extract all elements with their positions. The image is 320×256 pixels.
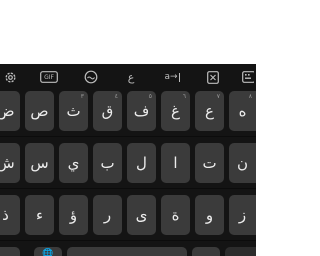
key-waw-hamza[interactable]: ؤ (59, 195, 88, 235)
key-label: ا (173, 153, 178, 172)
key-thal[interactable]: ذ (0, 195, 20, 235)
key-label: ب (100, 153, 115, 172)
key-zain[interactable]: ز (229, 195, 256, 235)
arabic-keyboard: GIF ع a→ ض ص ٣ ث ٤ ق ٥ ف ٦ غ ٧ ع ٨ ه ش س… (0, 64, 256, 256)
key-hint: ٤ (114, 93, 118, 100)
key-label: ه (238, 101, 247, 120)
keyboard-icon[interactable] (240, 67, 256, 87)
sticker-icon[interactable] (81, 67, 101, 87)
key-teh-marbuta[interactable]: ة (161, 195, 190, 235)
keyboard-toolbar: GIF ع a→ (0, 64, 256, 90)
app-content-area (0, 0, 256, 64)
translate-label: a→ (164, 72, 178, 82)
key-label: ق (101, 101, 114, 120)
row-divider (0, 188, 256, 189)
key-label: ث (66, 101, 81, 120)
transliterate-button[interactable]: ع (121, 67, 141, 87)
key-ain[interactable]: ٧ ع (195, 91, 224, 131)
key-hint: ٦ (182, 93, 186, 100)
key-qaf[interactable]: ٤ ق (93, 91, 122, 131)
transliterate-label: ع (127, 70, 135, 84)
enter-key[interactable] (225, 247, 256, 256)
globe-icon: 🌐 (42, 249, 54, 256)
key-sheen[interactable]: ش (0, 143, 20, 183)
key-label: س (30, 153, 49, 172)
key-label: ز (238, 205, 247, 224)
key-alef-maksura[interactable]: ى (127, 195, 156, 235)
key-label: ر (103, 205, 112, 224)
key-label: ش (0, 153, 15, 172)
key-label: ي (67, 153, 80, 172)
key-label: ء (35, 205, 44, 224)
key-theh[interactable]: ٣ ث (59, 91, 88, 131)
key-label: ت (202, 153, 217, 172)
key-hint: ٥ (148, 93, 152, 100)
key-label: ل (136, 153, 147, 172)
clipboard-icon[interactable] (203, 67, 223, 87)
cursor-bar (178, 72, 180, 82)
emoji-key[interactable]: 🌐 (34, 247, 62, 256)
key-label: ة (171, 205, 180, 224)
space-key[interactable] (67, 247, 187, 256)
key-teh[interactable]: ت (195, 143, 224, 183)
row-divider (0, 136, 256, 137)
key-label: ؤ (69, 205, 78, 224)
key-feh[interactable]: ٥ ف (127, 91, 156, 131)
key-hint: ٧ (216, 93, 220, 100)
key-label: ذ (2, 205, 9, 224)
key-alef[interactable]: ا (161, 143, 190, 183)
key-label: ض (0, 101, 15, 120)
key-waw[interactable]: و (195, 195, 224, 235)
settings-icon[interactable] (0, 67, 20, 87)
key-heh[interactable]: ٨ ه (229, 91, 256, 131)
key-beh[interactable]: ب (93, 143, 122, 183)
key-lam[interactable]: ل (127, 143, 156, 183)
key-hint: ٣ (80, 93, 84, 100)
key-hint: ٨ (248, 93, 252, 100)
key-label: ف (133, 101, 150, 120)
gif-button[interactable]: GIF (38, 67, 60, 87)
period-key[interactable] (192, 247, 220, 256)
gif-label: GIF (44, 73, 54, 81)
key-seen[interactable]: س (25, 143, 54, 183)
key-reh[interactable]: ر (93, 195, 122, 235)
key-dad[interactable]: ض (0, 91, 20, 131)
translate-button[interactable]: a→ (160, 67, 184, 87)
row-divider (0, 240, 256, 241)
key-hamza[interactable]: ء (25, 195, 54, 235)
key-label: ص (30, 101, 49, 120)
key-sad[interactable]: ص (25, 91, 54, 131)
key-label: غ (171, 101, 180, 120)
key-label: ن (236, 153, 248, 172)
key-yeh[interactable]: ي (59, 143, 88, 183)
key-bottom-left[interactable] (0, 247, 20, 256)
key-label: ى (135, 205, 148, 224)
key-ghain[interactable]: ٦ غ (161, 91, 190, 131)
key-noon[interactable]: ن (229, 143, 256, 183)
key-label: ع (205, 101, 214, 120)
key-label: و (205, 205, 214, 224)
